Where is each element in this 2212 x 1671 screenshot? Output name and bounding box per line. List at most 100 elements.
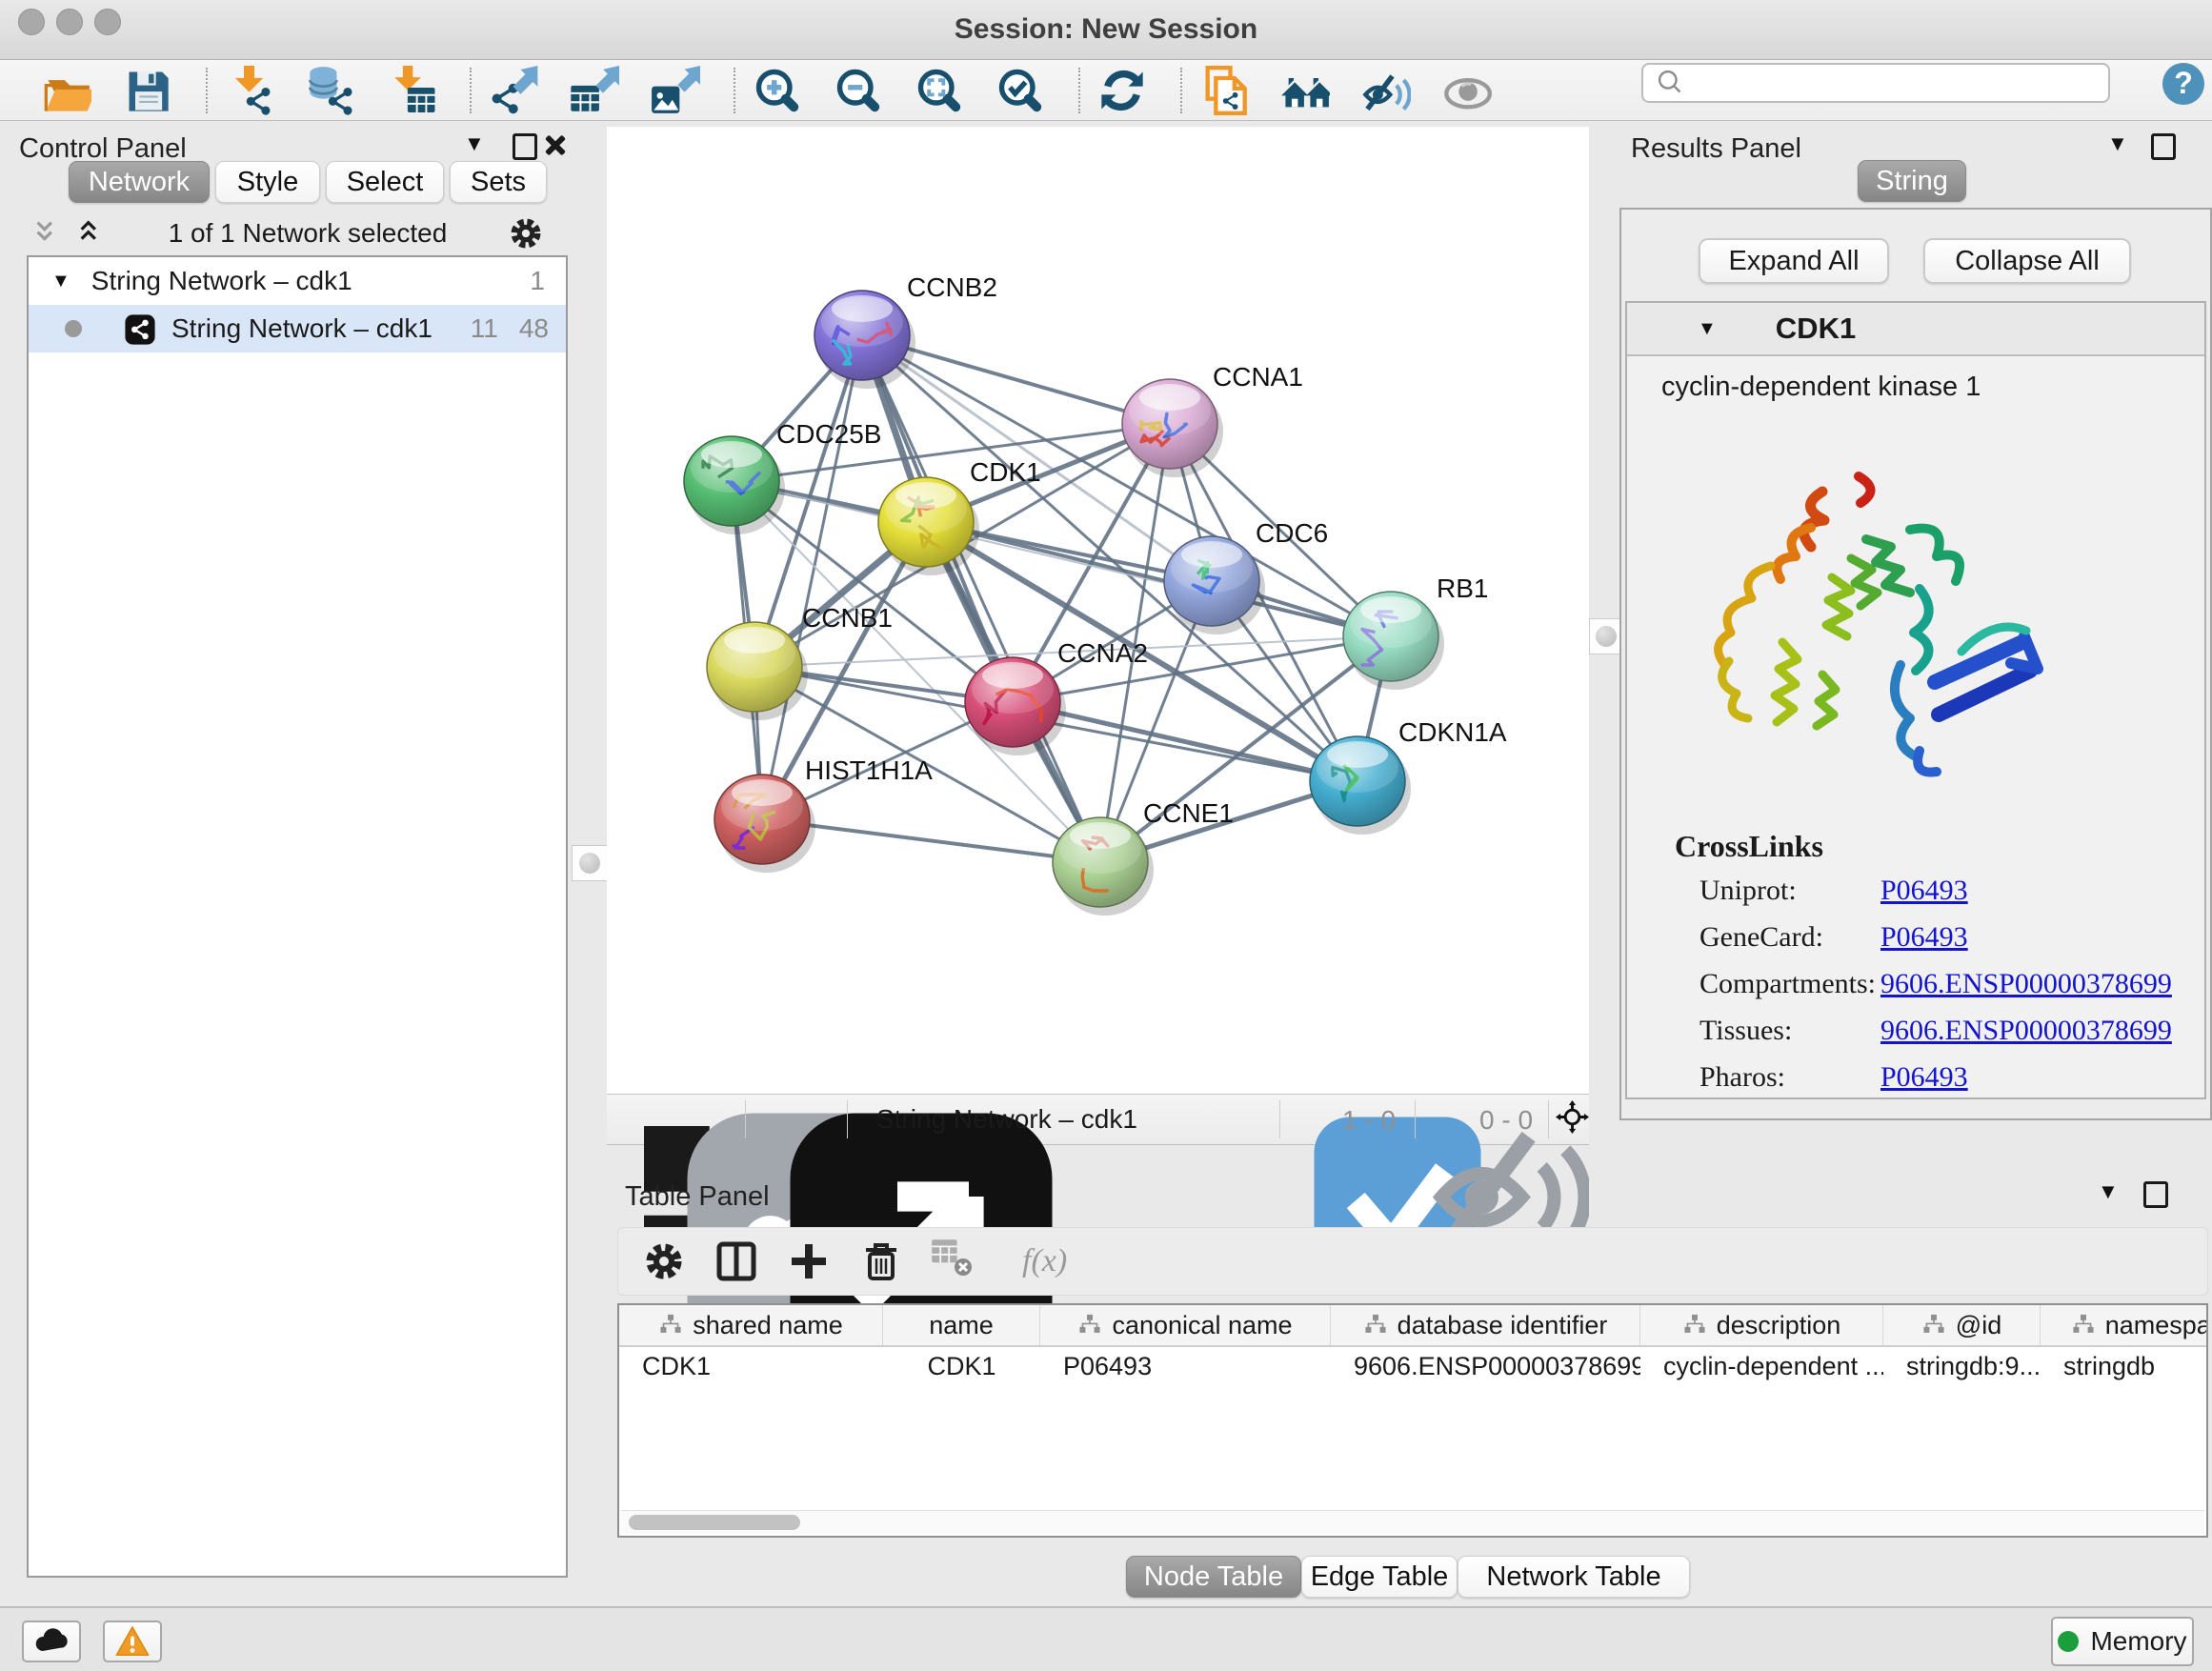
collection-expand-icon[interactable]: ▼ bbox=[51, 271, 70, 292]
collapse-all-networks-icon[interactable] bbox=[32, 217, 65, 250]
tab-style[interactable]: Style bbox=[215, 161, 320, 203]
node-label: CCNA1 bbox=[1213, 362, 1303, 392]
left-splitter-handle[interactable] bbox=[572, 845, 608, 881]
import-network-icon[interactable] bbox=[225, 66, 274, 115]
tab-node-table[interactable]: Node Table bbox=[1126, 1556, 1301, 1598]
cloud-button[interactable] bbox=[22, 1621, 81, 1662]
results-panel-collapse-icon[interactable]: ▼ bbox=[2107, 131, 2128, 156]
column-header-database-identifier[interactable]: database identifier bbox=[1331, 1305, 1640, 1345]
search-field[interactable] bbox=[1641, 63, 2110, 103]
node-ccnb2[interactable]: CCNB2 bbox=[814, 272, 997, 389]
node-hist1h1a[interactable]: HIST1H1A bbox=[714, 755, 933, 873]
cell-canonical-name[interactable]: P06493 bbox=[1040, 1347, 1331, 1385]
crosslink-value[interactable]: P06493 bbox=[1880, 1061, 1968, 1094]
application-window: Session: New Session ? Control Panel ▼ N… bbox=[0, 0, 2212, 1671]
gene-symbol: CDK1 bbox=[1776, 312, 1856, 346]
export-network-icon[interactable] bbox=[489, 66, 538, 115]
preview-disabled-icon[interactable] bbox=[1442, 66, 1492, 115]
tab-network-table[interactable]: Network Table bbox=[1458, 1556, 1690, 1598]
crosslink-value[interactable]: P06493 bbox=[1880, 875, 1968, 907]
gene-header[interactable]: ▼ CDK1 bbox=[1627, 303, 2204, 356]
cell-@id[interactable]: stringdb:9... bbox=[1883, 1347, 2041, 1385]
control-panel-collapse-icon[interactable]: ▼ bbox=[464, 131, 485, 156]
refresh-layout-icon[interactable] bbox=[1097, 66, 1147, 115]
crosslink-value[interactable]: 9606.ENSP00000378699 bbox=[1880, 968, 2172, 1000]
table-panel-collapse-icon[interactable]: ▼ bbox=[2098, 1179, 2119, 1204]
crosslink-value[interactable]: 9606.ENSP00000378699 bbox=[1880, 1015, 2172, 1047]
show-columns-icon[interactable] bbox=[714, 1238, 759, 1284]
results-panel-float-icon[interactable] bbox=[2151, 133, 2176, 160]
crosslink-value[interactable]: P06493 bbox=[1880, 921, 1968, 954]
open-session-icon[interactable] bbox=[42, 66, 91, 115]
gene-collapse-icon[interactable]: ▼ bbox=[1698, 318, 1717, 340]
table-panel-float-icon[interactable] bbox=[2143, 1181, 2168, 1208]
network-options-gear-icon[interactable] bbox=[507, 214, 545, 252]
control-panel-close-icon[interactable] bbox=[543, 133, 566, 156]
table-options-gear-icon[interactable] bbox=[641, 1238, 687, 1284]
node-label: CCNE1 bbox=[1143, 798, 1234, 828]
node-cdc6[interactable]: CDC6 bbox=[1164, 518, 1328, 634]
column-header-canonical-name[interactable]: canonical name bbox=[1040, 1305, 1331, 1345]
cell-name[interactable]: CDK1 bbox=[883, 1347, 1040, 1385]
window-title: Session: New Session bbox=[0, 13, 2212, 46]
zoom-selected-icon[interactable] bbox=[995, 66, 1045, 115]
crosslink-label: Pharos: bbox=[1699, 1061, 1880, 1094]
zoom-out-icon[interactable] bbox=[834, 66, 883, 115]
tab-edge-table[interactable]: Edge Table bbox=[1301, 1556, 1458, 1598]
cell-namespace[interactable]: stringdb bbox=[2041, 1347, 2208, 1385]
network-row-selected[interactable]: String Network – cdk1 11 48 bbox=[29, 305, 566, 352]
table-row[interactable]: CDK1CDK1P064939606.ENSP00000378699cyclin… bbox=[619, 1347, 2206, 1385]
warnings-button[interactable] bbox=[103, 1621, 162, 1662]
column-header-@id[interactable]: @id bbox=[1883, 1305, 2041, 1345]
network-canvas[interactable]: CCNB2CCNA1CDC25BCDK1CDC6RB1CCNB1CCNA2CDK… bbox=[607, 127, 1589, 1094]
node-table[interactable]: shared namenamecanonical namedatabase id… bbox=[617, 1303, 2208, 1538]
toolbar-separator bbox=[1180, 68, 1182, 113]
node-ccna1[interactable]: CCNA1 bbox=[1122, 362, 1303, 477]
tab-network[interactable]: Network bbox=[69, 161, 210, 203]
string-import-icon[interactable] bbox=[1199, 66, 1249, 115]
edge[interactable] bbox=[762, 335, 862, 819]
node-cdc25b[interactable]: CDC25B bbox=[684, 419, 881, 534]
memory-button[interactable]: Memory bbox=[2051, 1617, 2194, 1666]
export-image-icon[interactable] bbox=[651, 66, 700, 115]
toolbar-separator bbox=[1078, 68, 1080, 113]
tab-string[interactable]: String bbox=[1858, 160, 1966, 202]
network-collection-row[interactable]: ▼ String Network – cdk1 1 bbox=[29, 257, 566, 305]
cell-shared-name[interactable]: CDK1 bbox=[619, 1347, 883, 1385]
column-header-namespace[interactable]: namespace bbox=[2041, 1305, 2208, 1345]
scrollbar-thumb[interactable] bbox=[629, 1515, 800, 1530]
node-rb1[interactable]: RB1 bbox=[1343, 574, 1488, 690]
export-table-icon[interactable] bbox=[570, 66, 619, 115]
center-view-crosshair-icon[interactable] bbox=[1556, 1100, 1589, 1134]
tab-select[interactable]: Select bbox=[326, 161, 444, 203]
table-horizontal-scrollbar[interactable] bbox=[621, 1510, 2204, 1534]
node-label: CCNB1 bbox=[802, 603, 893, 633]
tab-sets[interactable]: Sets bbox=[450, 161, 547, 203]
expand-all-button[interactable]: Expand All bbox=[1699, 238, 1889, 284]
help-button[interactable]: ? bbox=[2161, 61, 2206, 107]
crosslink-label: GeneCard: bbox=[1699, 921, 1880, 954]
search-input[interactable] bbox=[1689, 68, 2093, 99]
import-database-icon[interactable] bbox=[306, 66, 355, 115]
node-cdk1[interactable]: CDK1 bbox=[878, 457, 1041, 575]
add-column-icon[interactable] bbox=[786, 1238, 832, 1284]
delete-column-icon[interactable] bbox=[858, 1238, 904, 1284]
collapse-all-button[interactable]: Collapse All bbox=[1923, 238, 2131, 284]
column-header-description[interactable]: description bbox=[1640, 1305, 1883, 1345]
column-header-name[interactable]: name bbox=[883, 1305, 1040, 1345]
crosslink-label: Compartments: bbox=[1699, 968, 1880, 1000]
cell-description[interactable]: cyclin-dependent ... bbox=[1640, 1347, 1883, 1385]
node-cdkn1a[interactable]: CDKN1A bbox=[1310, 717, 1507, 835]
right-splitter-handle[interactable] bbox=[1589, 618, 1623, 654]
zoom-fit-icon[interactable] bbox=[915, 66, 964, 115]
import-table-icon[interactable] bbox=[387, 66, 436, 115]
column-header-shared-name[interactable]: shared name bbox=[619, 1305, 883, 1345]
cell-database-identifier[interactable]: 9606.ENSP00000378699 bbox=[1331, 1347, 1640, 1385]
save-session-icon[interactable] bbox=[123, 66, 172, 115]
hide-unhide-icon[interactable] bbox=[1361, 66, 1411, 115]
home-icon[interactable] bbox=[1280, 66, 1330, 115]
network-edge-count: 48 bbox=[519, 313, 549, 344]
zoom-in-icon[interactable] bbox=[753, 66, 802, 115]
expand-all-networks-icon[interactable] bbox=[76, 217, 109, 250]
control-panel-float-icon[interactable] bbox=[513, 133, 537, 160]
